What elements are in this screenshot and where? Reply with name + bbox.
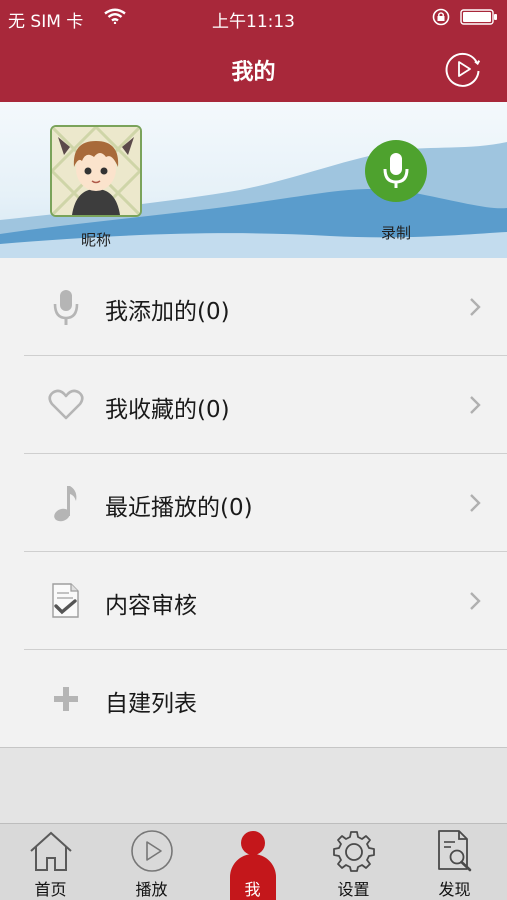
plus-icon xyxy=(54,687,78,711)
document-check-icon xyxy=(52,583,79,618)
nickname-label[interactable]: 昵称 xyxy=(60,229,132,250)
tab-label: 我 xyxy=(244,880,261,899)
tab-label: 播放 xyxy=(135,880,168,899)
tab-discover[interactable]: 发现 xyxy=(404,824,505,900)
rotation-lock-icon xyxy=(432,8,450,26)
record-label: 录制 xyxy=(380,224,411,242)
status-time: 上午11:13 xyxy=(212,12,295,32)
nav-bar: 我的 xyxy=(0,34,507,102)
battery-icon xyxy=(460,9,497,25)
divider xyxy=(0,747,507,748)
menu-list: 我添加的(0) 我收藏的(0) 最近播放的(0) 内容审核 自建列表 xyxy=(0,258,507,748)
chevron-right-icon xyxy=(470,396,481,414)
gear-icon xyxy=(332,831,375,872)
menu-item-review[interactable]: 内容审核 xyxy=(0,552,507,650)
chevron-right-icon xyxy=(470,592,481,610)
tab-label: 发现 xyxy=(438,880,471,899)
menu-item-recent[interactable]: 最近播放的(0) xyxy=(0,454,507,552)
chevron-right-icon xyxy=(470,298,481,316)
play-circle-icon[interactable] xyxy=(444,50,482,88)
menu-item-added[interactable]: 我添加的(0) xyxy=(0,258,507,356)
tab-settings[interactable]: 设置 xyxy=(303,824,404,900)
avatar[interactable] xyxy=(50,125,142,217)
menu-item-favorites[interactable]: 我收藏的(0) xyxy=(0,356,507,454)
tab-play[interactable]: 播放 xyxy=(101,824,202,900)
menu-item-label: 最近播放的(0) xyxy=(105,495,253,521)
profile-banner: 昵称 录制 xyxy=(0,102,507,258)
home-icon xyxy=(29,831,72,871)
status-bar: 无 SIM 卡 上午11:13 xyxy=(0,0,507,34)
person-icon xyxy=(240,831,265,855)
menu-item-label: 自建列表 xyxy=(105,691,197,717)
tab-bar: 首页 播放 我 设置 发现 xyxy=(0,823,507,900)
tab-me[interactable]: 我 xyxy=(202,824,303,900)
menu-item-label: 我添加的(0) xyxy=(105,299,230,325)
microphone-icon xyxy=(383,153,409,188)
menu-item-label: 我收藏的(0) xyxy=(105,397,230,423)
tab-label: 首页 xyxy=(34,880,67,899)
heart-icon xyxy=(48,389,84,420)
tab-home[interactable]: 首页 xyxy=(0,824,101,900)
play-icon xyxy=(130,830,173,872)
menu-item-label: 内容审核 xyxy=(105,593,197,619)
menu-item-custom-list[interactable]: 自建列表 xyxy=(0,650,507,748)
page-title: 我的 xyxy=(231,60,276,85)
microphone-icon xyxy=(53,290,79,325)
tab-label: 设置 xyxy=(337,880,370,899)
chevron-right-icon xyxy=(470,494,481,512)
avatar-image xyxy=(52,127,140,215)
document-search-icon xyxy=(437,830,471,872)
music-note-icon xyxy=(54,486,77,522)
record-button[interactable] xyxy=(365,140,427,202)
